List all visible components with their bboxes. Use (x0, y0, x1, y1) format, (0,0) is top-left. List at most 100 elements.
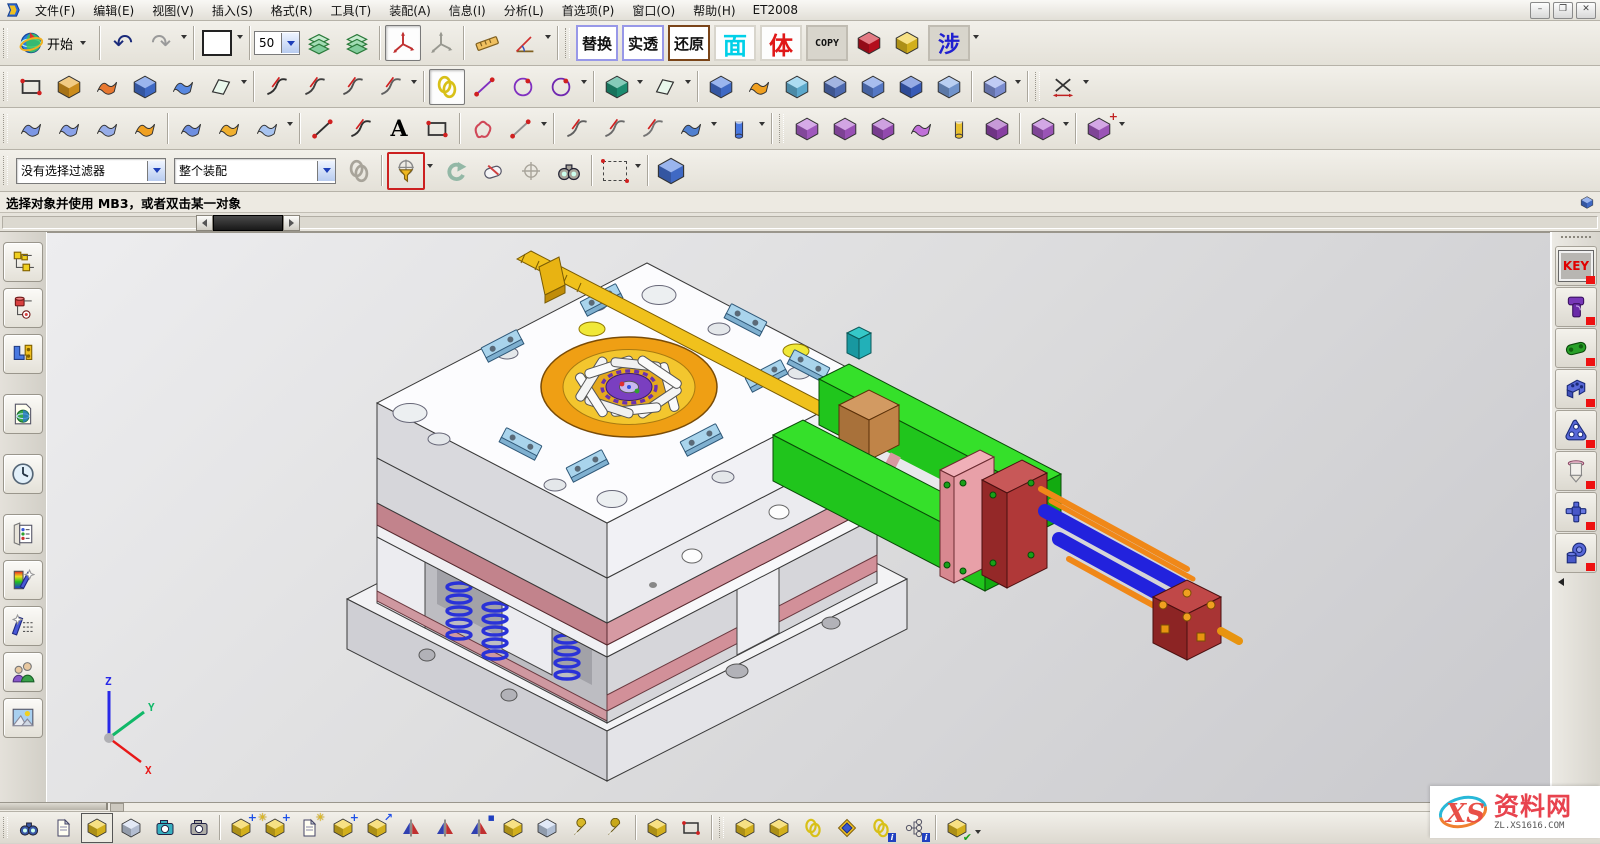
shell-button[interactable] (779, 69, 815, 105)
snap-point-button[interactable] (387, 152, 425, 190)
menu-edit[interactable]: 编辑(E) (84, 1, 143, 20)
layer-settings-button[interactable] (301, 25, 337, 61)
new-parent-button[interactable]: ✳ (293, 813, 325, 843)
object-color-swatch[interactable] (199, 25, 235, 61)
line-button[interactable] (467, 69, 503, 105)
rotate-point-button[interactable] (513, 153, 549, 189)
resize-caret-icon[interactable] (1119, 122, 1125, 126)
measure-angle-button[interactable] (507, 25, 543, 61)
layer-dropdown-icon[interactable] (281, 33, 299, 53)
cross-fitting-part-button[interactable] (1555, 492, 1597, 532)
block-button[interactable] (703, 69, 739, 105)
edit-face-button[interactable] (865, 111, 901, 147)
arrangements-button[interactable] (599, 813, 631, 843)
move-object-button[interactable] (789, 111, 825, 147)
linked-caret-icon[interactable] (1015, 80, 1021, 84)
unite-button[interactable] (855, 69, 891, 105)
promote-body-button[interactable] (531, 813, 563, 843)
toolbar-grip[interactable] (719, 817, 724, 839)
combined-projection-button[interactable] (673, 111, 709, 147)
chain-select-button[interactable] (429, 69, 465, 105)
work-layer-spinner[interactable]: 50 (254, 31, 300, 55)
arc-button[interactable] (505, 69, 541, 105)
minimize-button[interactable]: – (1530, 2, 1550, 19)
section-surface-button[interactable] (173, 111, 209, 147)
pattern-face-button[interactable] (827, 111, 863, 147)
xray-button[interactable]: 实透 (622, 25, 664, 61)
copy-button[interactable]: COPY (806, 25, 848, 61)
menu-analysis[interactable]: 分析(L) (495, 1, 553, 20)
bracket-part-button[interactable] (1555, 369, 1597, 409)
rectangle-button[interactable] (419, 111, 455, 147)
curve-caret-icon[interactable] (411, 80, 417, 84)
redo-button[interactable]: ↷ (143, 25, 179, 61)
body-button[interactable]: 体 (760, 25, 802, 61)
mirror-assembly-button[interactable] (395, 813, 427, 843)
sheet-curl-button[interactable] (89, 69, 125, 105)
menu-window[interactable]: 窗口(O) (623, 1, 684, 20)
snapshot-button[interactable] (149, 813, 181, 843)
filter-dropdown-icon[interactable] (147, 161, 165, 181)
find-in-tree-button[interactable] (551, 153, 587, 189)
wave-dimension-button[interactable] (1045, 69, 1081, 105)
bottom-caret-icon[interactable] (975, 830, 981, 834)
menu-information[interactable]: 信息(I) (440, 1, 495, 20)
arc2-button[interactable] (343, 111, 379, 147)
scroll-thumb[interactable] (213, 215, 283, 231)
toolbar-grip[interactable] (565, 28, 570, 59)
yellow-cube-button[interactable] (889, 25, 925, 61)
menu-tools[interactable]: 工具(T) (322, 1, 381, 20)
toolbar-grip[interactable] (3, 72, 8, 101)
dynamic-csys-button[interactable] (423, 25, 459, 61)
art-spline-button[interactable] (465, 111, 501, 147)
close-button[interactable]: ✕ (1576, 2, 1596, 19)
offset-surface-button[interactable] (903, 111, 939, 147)
sequence-button[interactable] (565, 813, 597, 843)
project-curve2-button[interactable] (597, 111, 633, 147)
plane2-caret-icon[interactable] (685, 80, 691, 84)
assembly-navigator-button[interactable] (3, 242, 43, 282)
component-proximity-button[interactable] (81, 813, 113, 843)
scroll-left-button[interactable] (196, 215, 213, 231)
line2-button[interactable] (305, 111, 341, 147)
menu-help[interactable]: 帮助(H) (684, 1, 744, 20)
internet-explorer-button[interactable] (3, 394, 43, 434)
spline-caret-icon[interactable] (541, 122, 547, 126)
scope-dropdown-icon[interactable] (317, 161, 335, 181)
snap-caret-icon[interactable] (427, 164, 433, 168)
ejector-pin-part-button[interactable] (1555, 451, 1597, 491)
constraint-navigator-button[interactable] (3, 288, 43, 328)
toolbar-grip[interactable] (779, 114, 784, 143)
copyface-caret-icon[interactable] (1063, 122, 1069, 126)
hscroll-nub[interactable] (110, 803, 124, 812)
bridge-surface-button[interactable] (211, 111, 247, 147)
part-navigator-button[interactable] (3, 334, 43, 374)
assembly-check-button[interactable]: ✔ (941, 813, 973, 843)
add-component-button[interactable]: + (225, 813, 257, 843)
menu-view[interactable]: 视图(V) (143, 1, 203, 20)
open-component-button[interactable] (47, 813, 79, 843)
hole-button[interactable] (893, 69, 929, 105)
move-to-layer-button[interactable] (339, 25, 375, 61)
text-button[interactable]: A (381, 111, 417, 147)
product-outline-button[interactable] (115, 813, 147, 843)
product-interface-button[interactable] (831, 813, 863, 843)
start-button[interactable]: 开始 (12, 22, 96, 64)
menu-preferences[interactable]: 首选项(P) (553, 1, 624, 20)
show-dof-button[interactable] (641, 813, 673, 843)
swatch-caret-icon[interactable] (237, 35, 243, 39)
key-part-button[interactable]: KEY (1555, 246, 1597, 286)
menu-insert[interactable]: 插入(S) (203, 1, 262, 20)
selection-filter-dropdown[interactable]: 没有选择过滤器 (16, 158, 166, 184)
interpart-link-button[interactable] (797, 813, 829, 843)
law-extension-button[interactable] (249, 111, 285, 147)
project-curve3-button[interactable] (635, 111, 671, 147)
tri-plate-part-button[interactable] (1555, 410, 1597, 450)
ruled-surface-button[interactable] (13, 111, 49, 147)
extrude-pad-button[interactable] (127, 69, 163, 105)
project-curve-button[interactable] (559, 111, 595, 147)
split-body-button[interactable] (51, 69, 87, 105)
boolean-caret-icon[interactable] (637, 80, 643, 84)
scroll-right-button[interactable] (283, 215, 300, 231)
studio-spline-button[interactable] (503, 111, 539, 147)
